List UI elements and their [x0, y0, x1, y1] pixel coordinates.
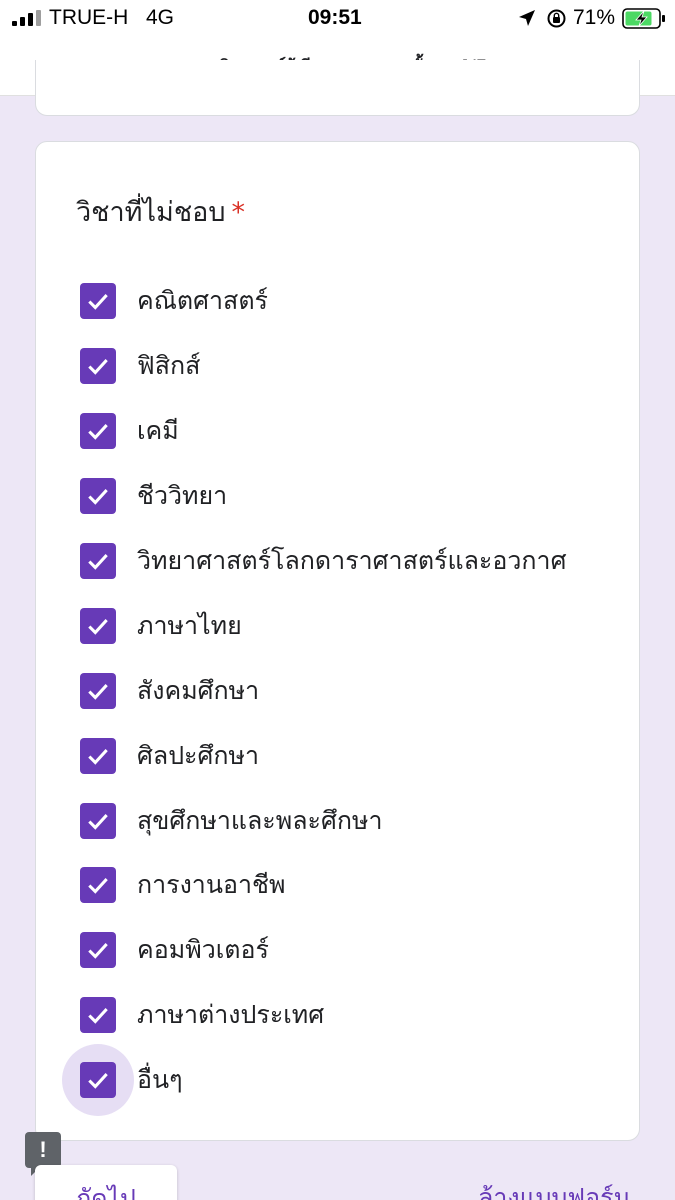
- option-label: สังคมศึกษา: [137, 675, 260, 705]
- checkbox[interactable]: [80, 543, 116, 579]
- next-button[interactable]: ถัดไป: [35, 1165, 177, 1200]
- checkmark-icon: [88, 813, 108, 830]
- option-label: คอมพิวเตอร์: [137, 935, 269, 965]
- option-label: ชีววิทยา: [137, 481, 228, 511]
- checkbox[interactable]: [80, 348, 116, 385]
- exclamation-icon: !: [39, 1137, 47, 1162]
- checkmark-icon: [88, 1008, 108, 1024]
- question-card: วิชาที่ไม่ชอบ * คณิตศาสตร์ ฟิสิกส์ เคมี ช…: [35, 141, 640, 1141]
- option-7[interactable]: ศิลปะศึกษา: [36, 723, 639, 788]
- checkbox[interactable]: [80, 932, 116, 969]
- checkbox[interactable]: [80, 1062, 116, 1099]
- option-3[interactable]: ชีววิทยา: [36, 464, 639, 529]
- option-0[interactable]: คณิตศาสตร์: [36, 269, 639, 334]
- checkbox[interactable]: [80, 867, 116, 904]
- option-5[interactable]: ภาษาไทย: [36, 593, 639, 658]
- checkmark-icon: [88, 618, 108, 635]
- checkmark-icon: [88, 424, 108, 440]
- option-11[interactable]: ภาษาต่างประเทศ: [36, 983, 639, 1048]
- question-title: วิชาที่ไม่ชอบ *: [76, 190, 245, 233]
- option-1[interactable]: ฟิสิกส์: [36, 334, 639, 399]
- option-label: การงานอาชีพ: [137, 870, 286, 900]
- location-icon: [519, 10, 535, 26]
- option-4[interactable]: วิทยาศาสตร์โลกดาราศาสตร์และอวกาศ: [36, 529, 639, 594]
- option-label: อื่นๆ: [137, 1065, 183, 1095]
- option-9[interactable]: การงานอาชีพ: [36, 853, 639, 918]
- checkmark-icon: [88, 294, 108, 311]
- network-type: 4G: [146, 6, 175, 29]
- checkbox-options: คณิตศาสตร์ ฟิสิกส์ เคมี ชีววิทยา วิทยาศา…: [36, 269, 639, 1117]
- checkmark-icon: [88, 943, 108, 960]
- option-label: ภาษาต่างประเทศ: [137, 1000, 325, 1030]
- question-title-text: วิชาที่ไม่ชอบ: [76, 197, 226, 228]
- checkmark-icon: [88, 748, 108, 765]
- checkmark-icon: [88, 554, 108, 570]
- option-label: คณิตศาสตร์: [137, 286, 268, 316]
- carrier-name: TRUE-H: [49, 6, 129, 29]
- checkmark-icon: [88, 1073, 108, 1089]
- option-6[interactable]: สังคมศึกษา: [36, 658, 639, 723]
- option-label: ภาษาไทย: [137, 610, 242, 640]
- checkmark-icon: [88, 359, 108, 376]
- checkbox[interactable]: [80, 737, 116, 774]
- checkmark-icon: [88, 489, 108, 505]
- report-button[interactable]: !: [25, 1132, 61, 1176]
- required-mark: *: [231, 197, 246, 228]
- status-bar: TRUE-H 4G 09:51 71%: [0, 0, 675, 38]
- checkbox[interactable]: [80, 283, 116, 320]
- previous-question-card: [35, 60, 640, 116]
- checkmark-icon: [88, 878, 108, 895]
- checkbox[interactable]: [80, 478, 116, 515]
- option-label: ศิลปะศึกษา: [137, 740, 260, 770]
- checkbox[interactable]: [80, 802, 116, 839]
- checkbox[interactable]: [80, 607, 116, 644]
- next-button-label: ถัดไป: [76, 1184, 136, 1200]
- option-label: เคมี: [137, 416, 179, 446]
- clear-form-link[interactable]: ล้างแบบฟอร์ม: [478, 1178, 630, 1200]
- battery-charging-icon: [622, 8, 665, 29]
- checkbox[interactable]: [80, 997, 116, 1034]
- clock: 09:51: [308, 6, 362, 29]
- option-label: สุขศึกษาและพละศึกษา: [137, 805, 383, 835]
- option-12[interactable]: อื่นๆ: [36, 1044, 639, 1117]
- signal-icon: [12, 10, 41, 26]
- orientation-lock-icon: [547, 9, 566, 28]
- battery-percent: 71%: [573, 6, 616, 29]
- option-2[interactable]: เคมี: [36, 399, 639, 464]
- checkbox[interactable]: [80, 413, 116, 450]
- option-10[interactable]: คอมพิวเตอร์: [36, 918, 639, 983]
- option-label: วิทยาศาสตร์โลกดาราศาสตร์และอวกาศ: [137, 546, 567, 575]
- option-label: ฟิสิกส์: [137, 351, 201, 381]
- option-8[interactable]: สุขศึกษาและพละศึกษา: [36, 788, 639, 853]
- checkbox[interactable]: [80, 672, 116, 709]
- checkmark-icon: [88, 683, 108, 700]
